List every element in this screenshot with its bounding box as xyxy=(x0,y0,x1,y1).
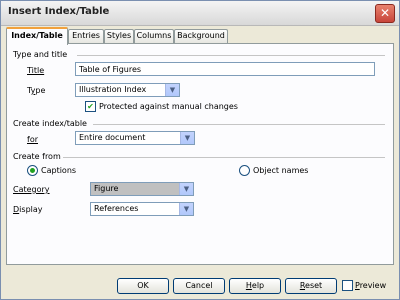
radio-selected-dot xyxy=(30,168,35,173)
section-divider xyxy=(93,124,385,125)
captions-radio[interactable] xyxy=(27,165,38,176)
insert-index-dialog: Insert Index/Table ✕ Index/Table Entries… xyxy=(0,0,400,300)
object-names-label: Object names xyxy=(253,166,309,175)
protected-label: Protected against manual changes xyxy=(99,102,238,111)
section-divider xyxy=(77,55,385,56)
category-value: Figure xyxy=(94,184,119,193)
protected-checkbox[interactable]: ✔ xyxy=(85,101,96,112)
tab-entries[interactable]: Entries xyxy=(68,29,104,43)
close-icon: ✕ xyxy=(379,6,391,20)
tab-panel: Type and title Title Table of Figures Ty… xyxy=(6,43,394,265)
dialog-title: Insert Index/Table xyxy=(8,6,110,17)
for-value: Entire document xyxy=(79,133,146,142)
category-label: Category xyxy=(13,185,50,194)
preview-label: Preview xyxy=(355,281,387,290)
display-label: Display xyxy=(13,205,43,214)
cancel-button[interactable]: Cancel xyxy=(173,278,225,294)
chevron-down-icon: ▼ xyxy=(179,183,193,195)
reset-button[interactable]: Reset xyxy=(285,278,337,294)
tab-styles[interactable]: Styles xyxy=(104,29,134,43)
close-button[interactable]: ✕ xyxy=(375,4,395,23)
for-label: for xyxy=(27,135,38,144)
object-names-radio[interactable] xyxy=(239,165,250,176)
section-divider xyxy=(63,157,385,158)
chevron-down-icon: ▼ xyxy=(165,84,179,96)
ok-button[interactable]: OK xyxy=(117,278,169,294)
captions-label: Captions xyxy=(41,166,77,175)
display-dropdown[interactable]: References ▼ xyxy=(90,202,194,216)
type-label: Type xyxy=(27,86,46,95)
type-dropdown[interactable]: Illustration Index ▼ xyxy=(75,83,180,97)
category-dropdown[interactable]: Figure ▼ xyxy=(90,182,194,196)
for-dropdown[interactable]: Entire document ▼ xyxy=(75,131,195,145)
title-label: Title xyxy=(27,66,45,75)
section-type-and-title: Type and title xyxy=(13,50,68,59)
type-value: Illustration Index xyxy=(79,85,147,94)
title-bar: Insert Index/Table ✕ xyxy=(1,1,399,26)
title-field[interactable]: Table of Figures xyxy=(75,62,375,76)
tab-index-table[interactable]: Index/Table xyxy=(6,27,68,45)
tab-columns[interactable]: Columns xyxy=(134,29,174,43)
display-value: References xyxy=(94,204,139,213)
preview-checkbox[interactable] xyxy=(342,280,353,291)
chevron-down-icon: ▼ xyxy=(180,132,194,144)
chevron-down-icon: ▼ xyxy=(179,203,193,215)
help-button[interactable]: Help xyxy=(229,278,281,294)
tab-background[interactable]: Background xyxy=(174,29,228,43)
section-create-from: Create from xyxy=(13,152,61,161)
section-create-index: Create index/table xyxy=(13,119,87,128)
